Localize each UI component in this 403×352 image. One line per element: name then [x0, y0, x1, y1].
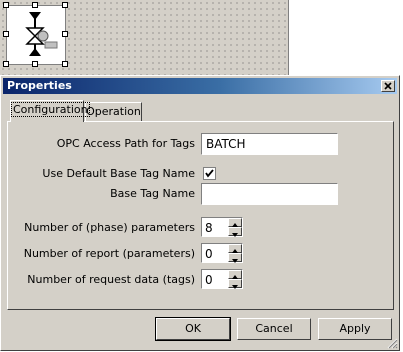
base-tag-name-input[interactable] — [201, 183, 338, 205]
resize-handle[interactable] — [3, 2, 9, 8]
phase-params-value[interactable]: 8 — [205, 221, 213, 235]
opc-access-path-label: OPC Access Path for Tags — [56, 137, 195, 150]
tab-configuration[interactable]: Configuration — [10, 100, 90, 122]
phase-params-label: Number of (phase) parameters — [24, 221, 195, 234]
window-title: Properties — [7, 79, 72, 92]
resize-handle[interactable] — [32, 2, 38, 8]
request-data-label: Number of request data (tags) — [27, 273, 195, 286]
report-params-stepper[interactable]: 0 — [201, 243, 243, 263]
base-tag-name-label: Base Tag Name — [110, 187, 195, 200]
phase-params-stepper[interactable]: 8 — [201, 217, 243, 237]
opc-access-path-input[interactable]: BATCH — [201, 133, 338, 155]
close-icon — [384, 82, 392, 90]
resize-handle[interactable] — [3, 31, 9, 37]
spin-down-icon — [232, 233, 238, 237]
spin-down-button[interactable] — [228, 279, 242, 289]
request-data-stepper[interactable]: 0 — [201, 269, 243, 289]
tab-operation-label: Operation — [86, 105, 141, 118]
spin-down-icon — [232, 259, 238, 263]
spin-up-button[interactable] — [228, 244, 242, 253]
spin-down-button[interactable] — [228, 253, 242, 263]
spin-up-button[interactable] — [228, 270, 242, 279]
tab-configuration-label: Configuration — [11, 102, 90, 117]
report-params-value[interactable]: 0 — [205, 247, 213, 261]
spin-down-button[interactable] — [228, 227, 242, 237]
design-canvas[interactable] — [0, 0, 289, 75]
resize-handle[interactable] — [62, 61, 68, 67]
checkmark-icon — [205, 169, 214, 178]
resize-handle[interactable] — [3, 61, 9, 67]
resize-handle[interactable] — [32, 61, 38, 67]
cancel-button[interactable]: Cancel — [237, 318, 311, 340]
valve-object[interactable] — [6, 5, 66, 65]
spin-down-icon — [232, 285, 238, 289]
resize-handle[interactable] — [62, 2, 68, 8]
resize-handle[interactable] — [62, 31, 68, 37]
use-default-base-tag-label: Use Default Base Tag Name — [42, 167, 195, 180]
resize-grip-icon[interactable] — [386, 337, 398, 349]
title-bar[interactable]: Properties — [3, 78, 397, 94]
use-default-base-tag-checkbox[interactable] — [203, 167, 216, 180]
request-data-value[interactable]: 0 — [205, 273, 213, 287]
apply-button[interactable]: Apply — [318, 318, 392, 340]
tab-operation[interactable]: Operation — [85, 102, 142, 122]
valve-icon — [25, 12, 58, 56]
report-params-label: Number of report (parameters) — [23, 247, 195, 260]
ok-button[interactable]: OK — [155, 317, 231, 341]
spin-up-button[interactable] — [228, 218, 242, 227]
close-button[interactable] — [381, 80, 395, 92]
